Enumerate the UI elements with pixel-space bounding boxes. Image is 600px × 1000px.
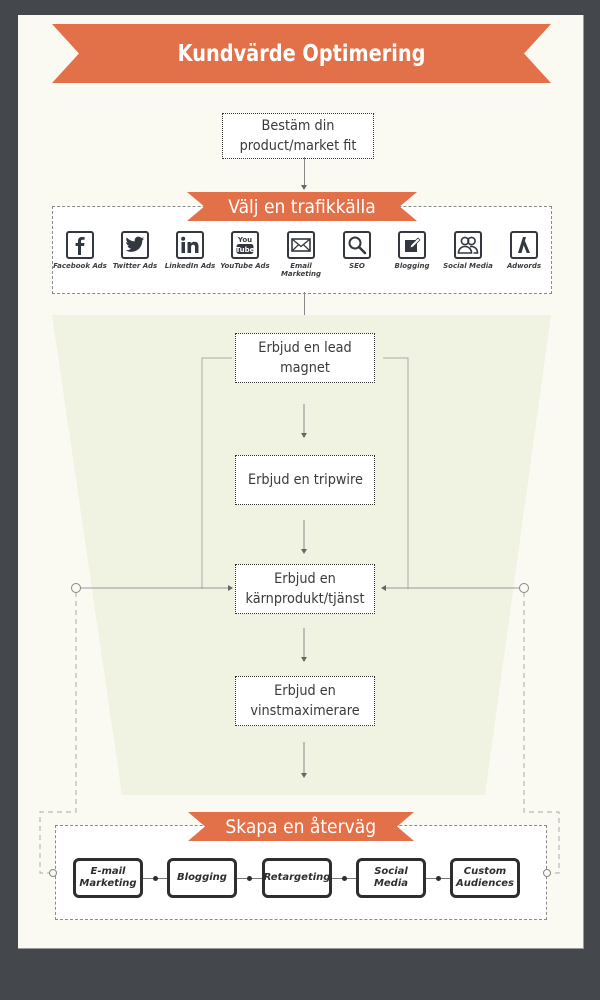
channel-connector-dot [341,876,347,881]
funnel-step-core-product: Erbjud en kärnprodukt/tjänst [235,564,375,614]
return-channel-retargeting: Retargeting [262,858,332,898]
funnel-step-lead-magnet: Erbjud en lead magnet [235,333,375,383]
channel-connector-dot [247,876,252,881]
channel-connector-dot [435,876,441,881]
channel-connector-dot [152,876,158,881]
left-return-node [49,869,57,877]
right-connector-node [519,583,529,593]
return-channel-social-media: Social Media [356,858,426,898]
return-channel-custom-audiences: Custom Audiences [450,858,520,898]
return-path-ribbon: Skapa en återväg [188,812,414,841]
return-channel-e-mail-marketing: E-mail Marketing [73,858,143,898]
funnel-step-tripwire: Erbjud en tripwire [235,455,375,505]
left-connector-node [71,583,81,593]
funnel-step-profit-maximizer: Erbjud en vinstmaximerare [235,676,375,726]
right-return-node [543,869,551,877]
return-path-heading: Skapa en återväg [225,815,377,838]
return-channel-blogging: Blogging [167,858,237,898]
